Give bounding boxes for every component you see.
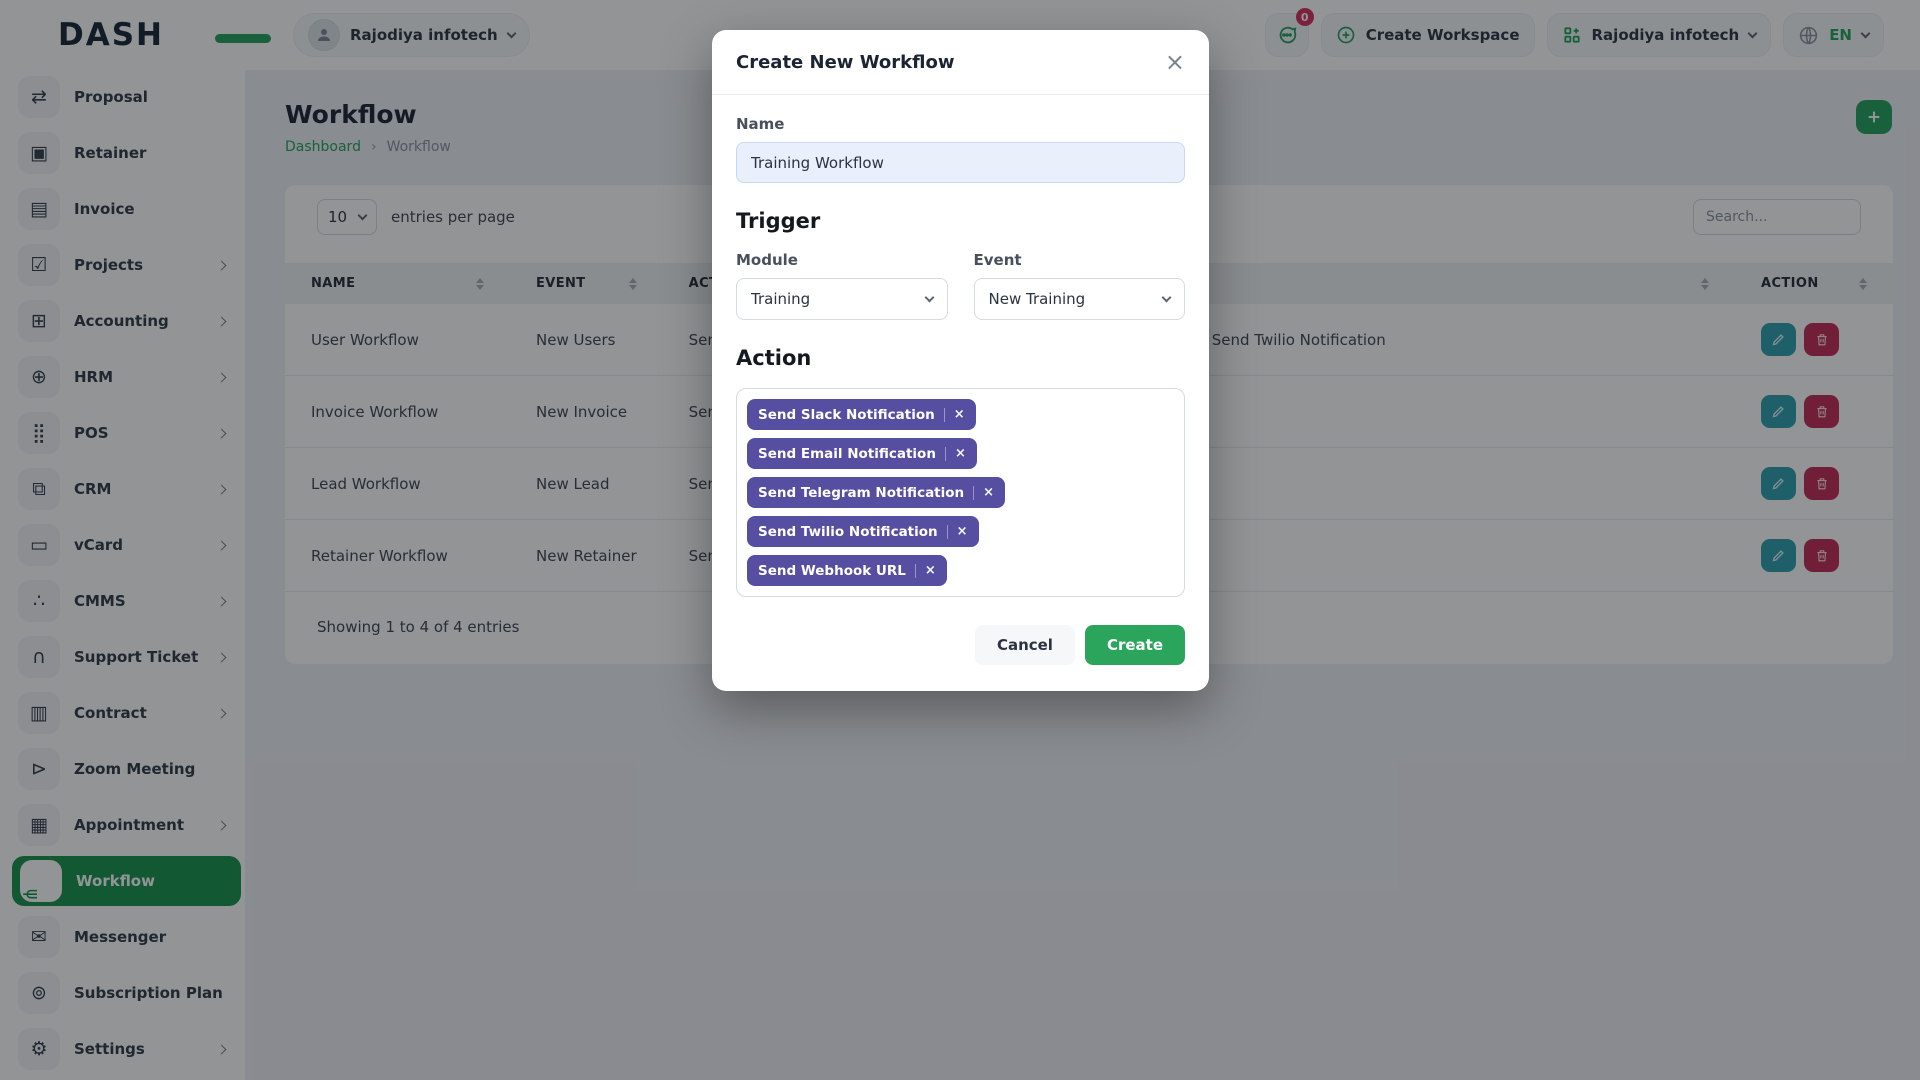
remove-tag-icon[interactable]: × <box>957 524 968 539</box>
action-heading: Action <box>736 346 1185 370</box>
modal-title: Create New Workflow <box>736 52 954 73</box>
create-workflow-modal: Create New Workflow × Name Trigger Modul… <box>712 30 1209 691</box>
close-icon[interactable]: × <box>1165 50 1185 74</box>
action-multiselect[interactable]: Send Slack Notification× Send Email Noti… <box>736 388 1185 597</box>
event-select[interactable]: New Training <box>974 278 1186 320</box>
action-tag: Send Slack Notification× <box>747 399 976 430</box>
module-label: Module <box>736 251 948 269</box>
chevron-down-icon <box>924 292 934 302</box>
workflow-name-input[interactable] <box>736 142 1185 183</box>
create-button[interactable]: Create <box>1085 625 1185 665</box>
chevron-down-icon <box>1162 292 1172 302</box>
remove-tag-icon[interactable]: × <box>954 407 965 422</box>
action-tag: Send Telegram Notification× <box>747 477 1005 508</box>
name-label: Name <box>736 115 1185 133</box>
remove-tag-icon[interactable]: × <box>983 485 994 500</box>
module-select[interactable]: Training <box>736 278 948 320</box>
event-label: Event <box>974 251 1186 269</box>
action-tag: Send Webhook URL× <box>747 555 947 586</box>
cancel-button[interactable]: Cancel <box>975 625 1075 665</box>
remove-tag-icon[interactable]: × <box>955 446 966 461</box>
action-tag: Send Twilio Notification× <box>747 516 979 547</box>
remove-tag-icon[interactable]: × <box>925 563 936 578</box>
trigger-heading: Trigger <box>736 209 1185 233</box>
action-tag: Send Email Notification× <box>747 438 977 469</box>
